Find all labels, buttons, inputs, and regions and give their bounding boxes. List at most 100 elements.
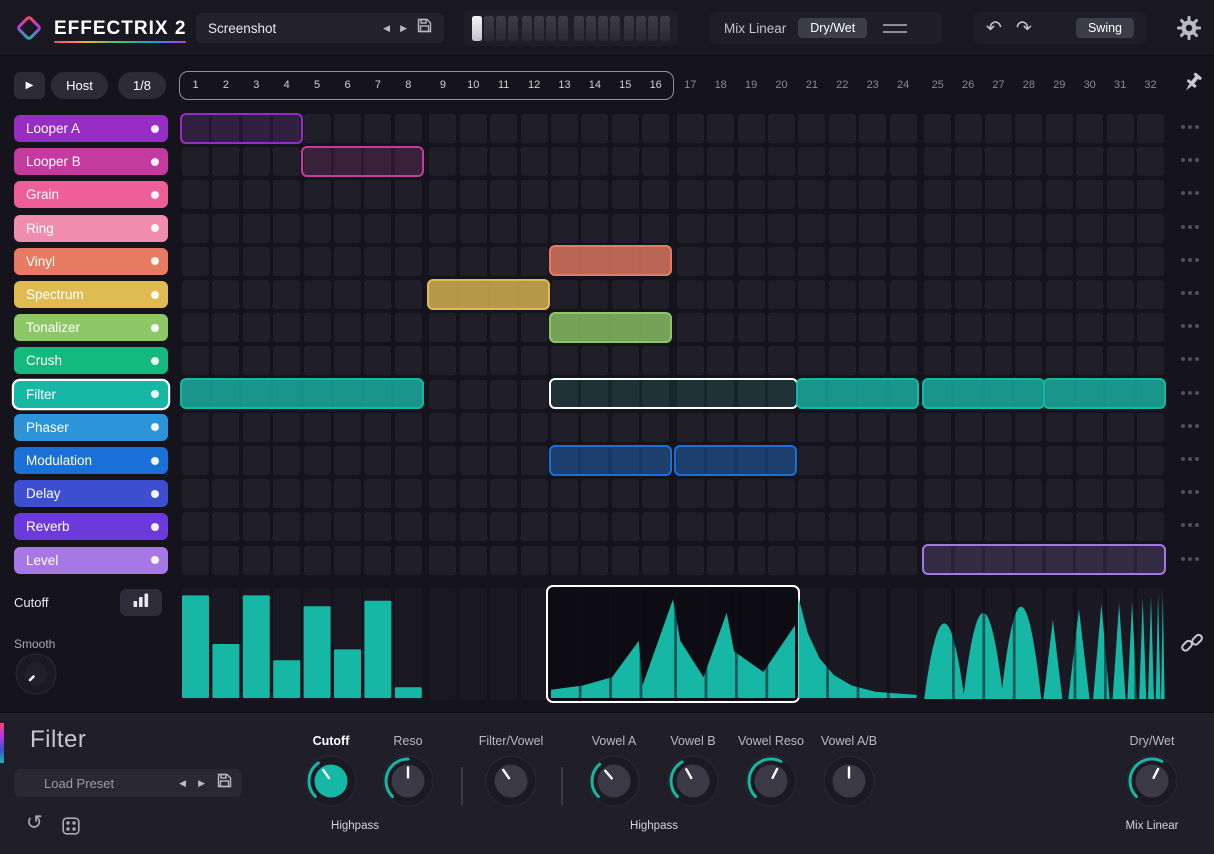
grid-cell[interactable] (954, 313, 982, 343)
grid-cell[interactable] (212, 147, 240, 177)
grid-cell[interactable] (859, 479, 887, 509)
grid-cell[interactable] (737, 479, 765, 509)
knob-vowel-a[interactable] (588, 755, 640, 812)
grid-cell[interactable] (1076, 180, 1104, 210)
grid-cell[interactable] (676, 180, 704, 210)
reset-icon[interactable]: ↺ (26, 813, 43, 833)
grid-cell[interactable] (954, 479, 982, 509)
grid-cell[interactable] (707, 412, 735, 442)
grid-cell[interactable] (273, 180, 301, 210)
grid-cell[interactable] (828, 213, 856, 243)
grid-cell[interactable] (551, 479, 578, 509)
effect-enable-dot[interactable] (151, 522, 159, 531)
grid-cell[interactable] (1076, 114, 1104, 143)
grid-cell[interactable] (394, 313, 422, 343)
grid-cell[interactable] (828, 446, 856, 475)
grid-cell[interactable] (429, 180, 457, 210)
step-number[interactable]: 32 (1137, 79, 1164, 91)
grid-cell[interactable] (212, 412, 240, 442)
grid-cell[interactable] (182, 346, 209, 376)
swing-button[interactable]: Swing (1075, 17, 1134, 39)
grid-cell[interactable] (611, 512, 639, 542)
grid-cell[interactable] (182, 479, 209, 509)
grid-cell[interactable] (828, 412, 856, 442)
grid-cell[interactable] (303, 280, 331, 309)
grid-cell[interactable] (642, 545, 670, 575)
sequencer-cell[interactable] (459, 588, 487, 700)
row-menu-dots-icon[interactable] (1181, 224, 1199, 229)
grid-cell[interactable] (364, 180, 392, 210)
grid-cell[interactable] (429, 346, 457, 376)
grid-cell[interactable] (303, 479, 331, 509)
grid-cell[interactable] (985, 180, 1012, 210)
pattern-block-filter[interactable] (179, 378, 425, 410)
grid-cell[interactable] (889, 412, 917, 442)
grid-cell[interactable] (212, 180, 240, 210)
grid-cell[interactable] (581, 180, 609, 210)
grid-cell[interactable] (1045, 446, 1073, 475)
grid-cell[interactable] (429, 313, 457, 343)
row-menu-dots-icon[interactable] (1181, 390, 1199, 395)
grid-cell[interactable] (1137, 479, 1164, 509)
grid-cell[interactable] (551, 346, 578, 376)
pattern-slot-9[interactable] (574, 15, 584, 41)
grid-cell[interactable] (490, 114, 518, 143)
pattern-block-vinyl[interactable] (548, 245, 672, 277)
effect-enable-dot[interactable] (151, 124, 159, 133)
effect-row-phaser[interactable]: Phaser (14, 413, 168, 441)
grid-cell[interactable] (707, 280, 735, 309)
grid-cell[interactable] (394, 213, 422, 243)
grid-cell[interactable] (1045, 512, 1073, 542)
grid-cell[interactable] (490, 213, 518, 243)
grid-cell[interactable] (1045, 180, 1073, 210)
grid-cell[interactable] (459, 213, 487, 243)
grid-cell[interactable] (182, 280, 209, 309)
grid-cell[interactable] (859, 545, 887, 575)
grid-cell[interactable] (212, 280, 240, 309)
grid-cell[interactable] (1076, 313, 1104, 343)
grid-cell[interactable] (551, 114, 578, 143)
grid-cell[interactable] (707, 479, 735, 509)
grid-cell[interactable] (364, 313, 392, 343)
grid-cell[interactable] (459, 545, 487, 575)
grid-cell[interactable] (429, 379, 457, 409)
grid-cell[interactable] (798, 147, 826, 177)
grid-cell[interactable] (985, 280, 1012, 309)
effect-row-crush[interactable]: Crush (14, 347, 168, 375)
grid-cell[interactable] (954, 246, 982, 276)
grid-cell[interactable] (520, 147, 548, 177)
grid-cell[interactable] (212, 346, 240, 376)
grid-cell[interactable] (520, 479, 548, 509)
grid-cell[interactable] (859, 446, 887, 475)
grid-cell[interactable] (182, 313, 209, 343)
grid-cell[interactable] (242, 512, 270, 542)
grid-cell[interactable] (737, 114, 765, 143)
grid-cell[interactable] (798, 180, 826, 210)
grid-cell[interactable] (242, 545, 270, 575)
grid-cell[interactable] (364, 412, 392, 442)
sequencer-cell[interactable] (429, 588, 457, 700)
grid-cell[interactable] (490, 147, 518, 177)
mix-slider-icon[interactable] (883, 23, 908, 33)
selected-step-range[interactable] (546, 585, 800, 703)
step-number[interactable]: 26 (955, 79, 982, 91)
grid-cell[interactable] (1045, 313, 1073, 343)
grid-cell[interactable] (303, 246, 331, 276)
grid-cell[interactable] (1137, 147, 1164, 177)
row-menu-dots-icon[interactable] (1181, 523, 1199, 528)
grid-cell[interactable] (520, 512, 548, 542)
grid-cell[interactable] (581, 512, 609, 542)
grid-cell[interactable] (490, 412, 518, 442)
grid-cell[interactable] (1045, 246, 1073, 276)
grid-cell[interactable] (273, 512, 301, 542)
grid-cell[interactable] (985, 147, 1012, 177)
grid-cell[interactable] (1106, 446, 1134, 475)
grid-cell[interactable] (798, 479, 826, 509)
grid-cell[interactable] (642, 512, 670, 542)
grid-cell[interactable] (676, 114, 704, 143)
grid-cell[interactable] (1137, 280, 1164, 309)
grid-cell[interactable] (1045, 280, 1073, 309)
grid-cell[interactable] (520, 412, 548, 442)
row-menu-dots-icon[interactable] (1181, 324, 1199, 329)
step-number[interactable]: 6 (334, 79, 361, 91)
